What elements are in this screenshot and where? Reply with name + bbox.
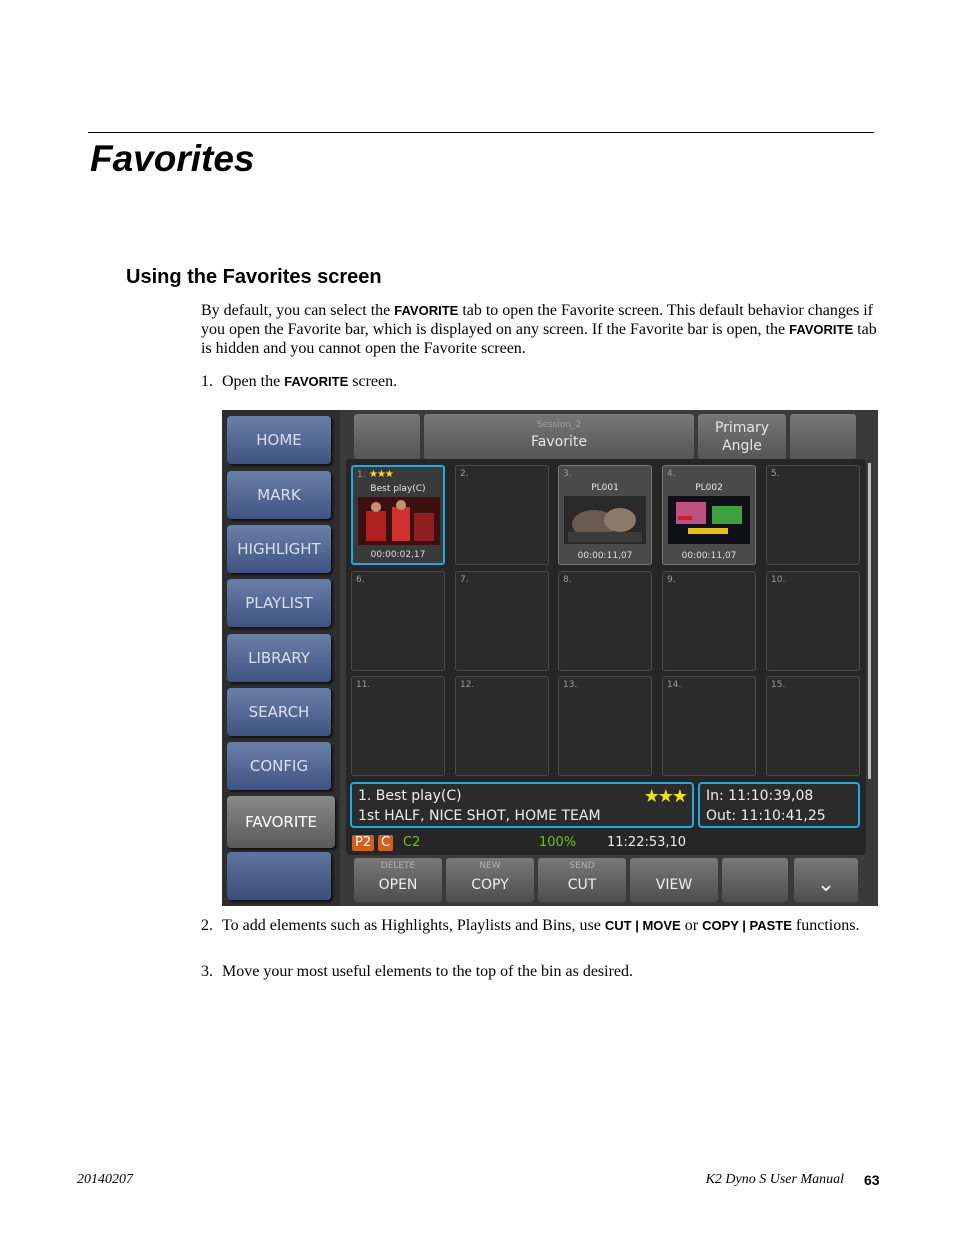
rating-stars-icon: ★★★ (643, 786, 688, 807)
nav-library-button[interactable]: LIBRARY (227, 634, 331, 682)
top-blank-button-2[interactable] (790, 414, 856, 460)
intro-paragraph: By default, you can select the FAVORITE … (201, 302, 877, 357)
header-rule (88, 132, 874, 133)
nav-favorite-button[interactable]: FAVORITE (227, 796, 335, 848)
step-2: 2. To add elements such as Highlights, P… (201, 917, 860, 934)
footer-date: 20140207 (77, 1172, 133, 1187)
nav-search-button[interactable]: SEARCH (227, 688, 331, 736)
favorite-cell-1[interactable]: 1. ★★★ Best play(C) 00:00:02,17 (351, 465, 445, 565)
out-timecode: Out: 11:10:41,25 (706, 808, 826, 824)
in-out-panel: In: 11:10:39,08 Out: 11:10:41,25 (698, 782, 860, 828)
action-buttons: DELETE OPEN NEW COPY SEND CUT VIEW ⌄ (350, 856, 876, 904)
step-3: 3. Move your most useful elements to the… (201, 963, 634, 980)
favorite-cell-7[interactable]: 7. (455, 571, 549, 671)
p2-badge: P2 (352, 835, 375, 851)
grid-scrollbar[interactable] (868, 463, 871, 779)
page-number: 63 (864, 1172, 880, 1188)
blank-action-button[interactable] (722, 858, 788, 902)
rating-stars-icon: ★★★ (369, 469, 394, 480)
chevron-down-icon: ⌄ (816, 872, 836, 897)
favorite-cell-5[interactable]: 5. (766, 465, 860, 565)
playlist-thumbnail (668, 496, 750, 544)
clip-keywords: 1st HALF, NICE SHOT, HOME TEAM (358, 808, 601, 824)
top-bar: Session_2 Favorite Primary Angle (350, 412, 874, 460)
nav-mark-button[interactable]: MARK (227, 471, 331, 519)
favorite-screen-screenshot: HOME MARK HIGHLIGHT PLAYLIST LIBRARY SEA… (222, 410, 878, 906)
playlist-thumbnail (564, 496, 646, 544)
clip-thumbnail (358, 497, 440, 545)
screen-title: Favorite (531, 434, 587, 450)
copy-button[interactable]: NEW COPY (446, 858, 534, 902)
favorite-cell-10[interactable]: 10. (766, 571, 860, 671)
in-timecode: In: 11:10:39,08 (706, 788, 814, 804)
favorite-cell-14[interactable]: 14. (662, 676, 756, 776)
favorite-cell-2[interactable]: 2. (455, 465, 549, 565)
chapter-title: Favorites (90, 138, 255, 179)
nav-home-button[interactable]: HOME (227, 416, 331, 464)
nav-highlight-button[interactable]: HIGHLIGHT (227, 525, 331, 573)
c2-label: C2 (403, 835, 421, 850)
session-title-bar: Session_2 Favorite (424, 414, 694, 460)
clip-info-panel: 1. Best play(C) 1st HALF, NICE SHOT, HOM… (350, 782, 694, 828)
section-title: Using the Favorites screen (126, 266, 382, 288)
favorite-cell-3[interactable]: 3. PL001 00:00:11,07 (558, 465, 652, 565)
primary-angle-button[interactable]: Primary Angle (698, 414, 786, 460)
more-button[interactable]: ⌄ (794, 858, 858, 902)
nav-blank-button[interactable] (227, 852, 331, 900)
view-button[interactable]: VIEW (630, 858, 718, 902)
favorite-cell-15[interactable]: 15. (766, 676, 860, 776)
footer-manual-title: K2 Dyno S User Manual (705, 1172, 844, 1187)
status-bar: P2 C C2 100% 11:22:53,10 (346, 832, 866, 854)
nav-sidebar: HOME MARK HIGHLIGHT PLAYLIST LIBRARY SEA… (222, 410, 340, 906)
favorite-cell-11[interactable]: 11. (351, 676, 445, 776)
favorite-cell-8[interactable]: 8. (558, 571, 652, 671)
clip-title: 1. Best play(C) (358, 788, 462, 804)
favorite-cell-13[interactable]: 13. (558, 676, 652, 776)
open-button[interactable]: DELETE OPEN (354, 858, 442, 902)
nav-playlist-button[interactable]: PLAYLIST (227, 579, 331, 627)
favorite-cell-12[interactable]: 12. (455, 676, 549, 776)
c-badge: C (378, 835, 394, 851)
nav-config-button[interactable]: CONFIG (227, 742, 331, 790)
top-blank-button[interactable] (354, 414, 420, 460)
cut-button[interactable]: SEND CUT (538, 858, 626, 902)
current-timecode: 11:22:53,10 (607, 835, 687, 850)
session-label: Session_2 (536, 420, 582, 430)
percent-label: 100% (539, 835, 577, 850)
favorite-cell-9[interactable]: 9. (662, 571, 756, 671)
step-1: 1. Open the FAVORITE screen. (201, 373, 398, 390)
favorite-cell-6[interactable]: 6. (351, 571, 445, 671)
favorite-cell-4[interactable]: 4. PL002 00:00:11,07 (662, 465, 756, 565)
